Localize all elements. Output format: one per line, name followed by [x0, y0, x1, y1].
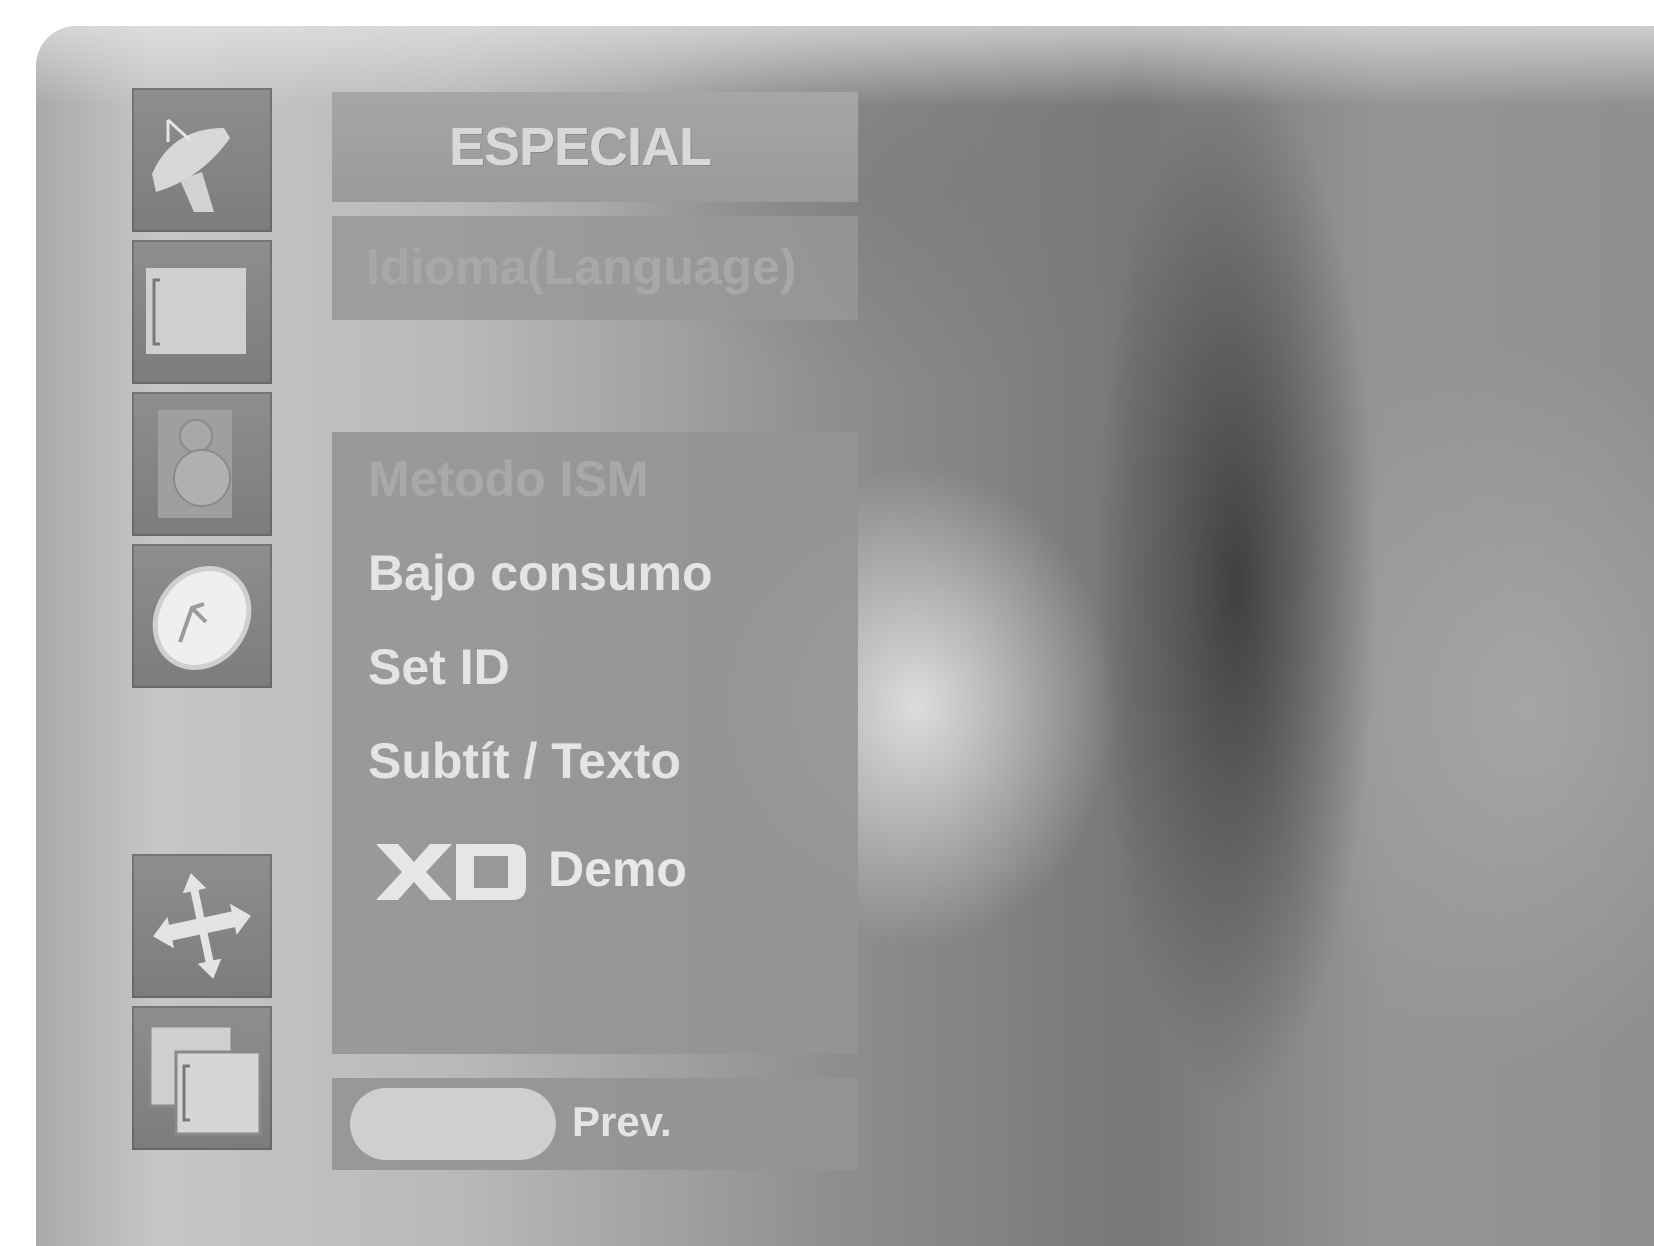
special-menu-list: Metodo ISM Bajo consumo Set ID Subtít / …	[332, 432, 858, 1054]
footer-bar: Prev.	[332, 1078, 858, 1170]
special-setup-tile[interactable]	[132, 854, 272, 998]
tv-osd-screen: ESPECIAL Idioma(Language) Metodo ISM Baj…	[36, 26, 1654, 1246]
screen-setup-tile[interactable]	[132, 1006, 272, 1150]
language-item-label: Idioma(Language)	[366, 239, 797, 295]
screen-picture-icon	[146, 268, 246, 354]
prev-label: Prev.	[572, 1098, 672, 1145]
overlapping-screens-screen-icon	[148, 1024, 262, 1136]
xd-logo-icon[interactable]	[376, 844, 526, 900]
menu-button-pill[interactable]	[350, 1088, 556, 1160]
menu-item-caption[interactable]: Subtít / Texto	[368, 732, 681, 790]
cross-arrows-special-icon	[153, 873, 251, 979]
menu-item-low-power[interactable]: Bajo consumo	[368, 544, 712, 602]
menu-title-bar: ESPECIAL	[332, 92, 858, 202]
sound-setup-tile[interactable]	[132, 392, 272, 536]
clock-time-icon	[152, 565, 252, 671]
menu-item-ism[interactable]: Metodo ISM	[368, 450, 649, 508]
menu-title: ESPECIAL	[448, 117, 712, 177]
menu-item-xd-demo[interactable]: Demo	[548, 840, 687, 898]
speaker-sound-icon	[158, 410, 232, 518]
channel-setup-tile[interactable]	[132, 88, 272, 232]
satellite-dish-icon	[152, 118, 230, 212]
time-setup-tile[interactable]	[132, 544, 272, 688]
menu-item-set-id[interactable]: Set ID	[368, 638, 510, 696]
language-menu-item[interactable]: Idioma(Language)	[332, 216, 858, 320]
picture-setup-tile[interactable]	[132, 240, 272, 384]
